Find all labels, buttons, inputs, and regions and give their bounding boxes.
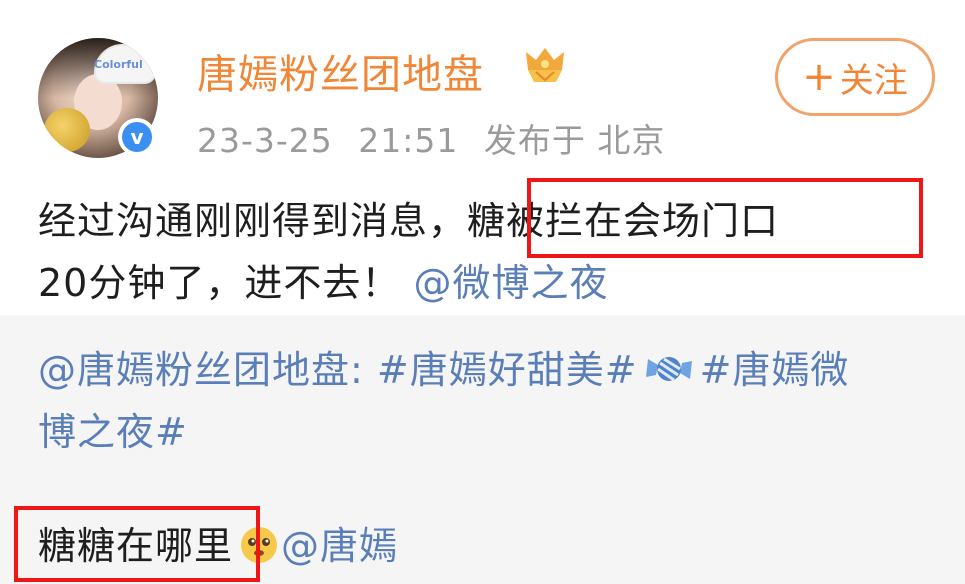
mention-link[interactable]: @唐嫣 bbox=[281, 524, 398, 568]
post-text-part: 经过沟通刚刚得到消息， bbox=[38, 199, 468, 243]
verified-mark: v bbox=[122, 122, 152, 152]
hashtag-link[interactable]: 博之夜# bbox=[38, 410, 188, 454]
post-time: 21:51 bbox=[358, 121, 459, 160]
hashtag-link[interactable]: #唐嫣好甜美# bbox=[377, 348, 638, 392]
post-highlight-text: 糖被拦在会场门口 bbox=[467, 199, 780, 243]
post-date: 23-3-25 bbox=[197, 121, 333, 160]
repost-line-2: 博之夜# bbox=[38, 401, 938, 463]
repost-author-link[interactable]: @唐嫣粉丝团地盘: bbox=[38, 348, 364, 392]
follow-button-label: 关注 bbox=[839, 60, 908, 101]
hashtag-link[interactable]: #唐嫣微 bbox=[700, 348, 850, 392]
weibo-post-card: Colorful v 唐嫣粉丝团地盘 23-3-25 21:51 发布于 北京 … bbox=[0, 0, 965, 584]
avatar-cup bbox=[44, 108, 90, 152]
post-text-part: 20分钟了，进不去！ bbox=[38, 261, 401, 305]
comment-highlight-text: 糖糖在哪里 bbox=[38, 524, 234, 568]
post-location: 发布于 北京 bbox=[483, 121, 666, 160]
repost-area[interactable]: @唐嫣粉丝团地盘: #唐嫣好甜美# #唐嫣微 博之夜# 糖糖在哪里 @唐嫣 bbox=[0, 315, 965, 584]
repost-comment: 糖糖在哪里 @唐嫣 bbox=[38, 515, 398, 577]
post-meta: 23-3-25 21:51 发布于 北京 bbox=[197, 114, 679, 162]
sad-face-emoji-icon bbox=[241, 527, 278, 563]
verified-v-icon: v bbox=[118, 118, 156, 156]
post-line-1: 经过沟通刚刚得到消息，糖被拦在会场门口 bbox=[38, 190, 938, 252]
follow-button[interactable]: + 关注 bbox=[775, 38, 935, 116]
mention-link[interactable]: @微博之夜 bbox=[413, 261, 608, 305]
candy-icon bbox=[645, 357, 692, 382]
username[interactable]: 唐嫣粉丝团地盘 bbox=[197, 42, 484, 100]
post-text: 经过沟通刚刚得到消息，糖被拦在会场门口 20分钟了，进不去！ @微博之夜 bbox=[38, 190, 938, 314]
repost-line-1: @唐嫣粉丝团地盘: #唐嫣好甜美# #唐嫣微 bbox=[38, 339, 938, 401]
post-line-2: 20分钟了，进不去！ @微博之夜 bbox=[38, 252, 938, 314]
plus-icon: + bbox=[802, 54, 836, 100]
fan-group-badge-icon[interactable] bbox=[522, 46, 568, 86]
repost-text: @唐嫣粉丝团地盘: #唐嫣好甜美# #唐嫣微 博之夜# bbox=[38, 339, 938, 463]
avatar-hat-text: Colorful bbox=[94, 58, 143, 71]
